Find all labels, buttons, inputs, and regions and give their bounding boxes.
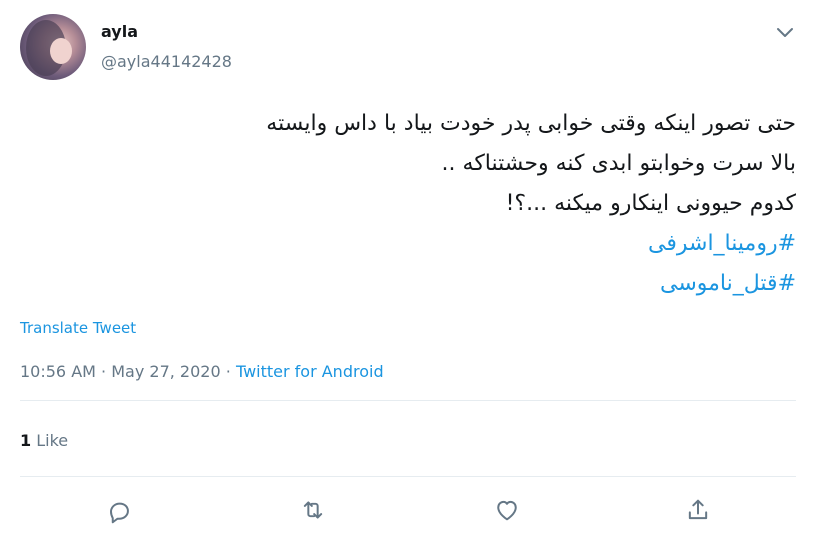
like-label: Like [36, 431, 69, 450]
meta-separator: · [101, 362, 107, 381]
tweet-date[interactable]: May 27, 2020 [111, 362, 220, 381]
tweet-meta: 10:56 AM · May 27, 2020 · Twitter for An… [20, 362, 384, 381]
divider [20, 400, 796, 401]
heart-icon[interactable] [493, 496, 521, 524]
meta-separator: · [225, 362, 231, 381]
display-name[interactable]: ayla [101, 22, 138, 41]
retweet-icon[interactable] [299, 496, 327, 524]
likes-stat[interactable]: 1 Like [20, 431, 68, 450]
hashtag-link[interactable]: #رومینا_اشرفی [16, 224, 796, 264]
divider [20, 476, 796, 477]
avatar[interactable] [20, 14, 86, 80]
avatar-face [50, 38, 72, 64]
tweet-time[interactable]: 10:56 AM [20, 362, 96, 381]
translate-tweet-link[interactable]: Translate Tweet [20, 319, 136, 337]
reply-icon[interactable] [104, 496, 132, 524]
tweet-line: حتی تصور اینکه وقتی خوابی پدر خودت بیاد … [266, 111, 796, 136]
tweet-source-link[interactable]: Twitter for Android [236, 362, 384, 381]
user-handle[interactable]: @ayla44142428 [101, 52, 232, 71]
like-count: 1 [20, 431, 32, 450]
tweet-text: حتی تصور اینکه وقتی خوابی پدر خودت بیاد … [16, 104, 796, 304]
tweet-line: کدوم حیوونی اینکارو میکنه ...؟! [505, 191, 796, 216]
tweet-line: بالا سرت وخوابتو ابدی کنه وحشتناکه .. [441, 151, 796, 176]
tweet-card: ayla @ayla44142428 حتی تصور اینکه وقتی خ… [0, 0, 816, 542]
hashtag-link[interactable]: #قتل_ناموسی [16, 264, 796, 304]
share-icon[interactable] [684, 496, 712, 524]
chevron-down-icon[interactable] [774, 24, 796, 42]
